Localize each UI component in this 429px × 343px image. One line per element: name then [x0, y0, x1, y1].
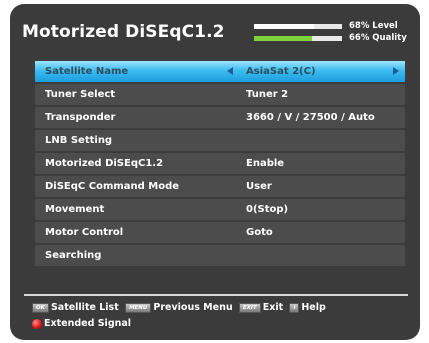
tv-screen: Motorized DiSEqC1.2 68% Level 66% Qualit… [10, 4, 420, 340]
help-hint-label: Help [301, 302, 326, 313]
menu-row-label: DiSEqC Command Mode [45, 181, 180, 192]
menu-row-value: 0(Stop) [246, 204, 289, 215]
red-hint-label: Extended Signal [44, 318, 132, 329]
help-key-icon[interactable]: i [289, 302, 300, 313]
menu-row-label: LNB Setting [45, 135, 113, 146]
extended-signal-hint: Extended Signal [32, 318, 131, 329]
menu-key-icon[interactable]: MENU [125, 302, 152, 313]
menu-row-movement[interactable]: Movement 0(Stop) [35, 199, 405, 220]
arrow-right-icon[interactable] [393, 67, 399, 75]
menu-row-label: Motorized DiSEqC1.2 [45, 158, 164, 169]
menu-row-label: Movement [45, 204, 105, 215]
level-meter-fill [254, 24, 314, 29]
menu-row-value: User [246, 181, 272, 192]
menu-row-label: Transponder [45, 112, 116, 123]
menu-row-label: Motor Control [45, 227, 124, 238]
page-title: Motorized DiSEqC1.2 [22, 22, 225, 42]
menu-row-satellite-name[interactable]: Satellite Name AsiaSat 2(C) [35, 61, 405, 82]
ok-key-icon[interactable]: OK [32, 302, 49, 313]
red-button-icon[interactable] [32, 318, 42, 329]
menu-row-lnb-setting[interactable]: LNB Setting [35, 130, 405, 151]
footer-hints: OK Satellite List MENU Previous Menu EXIT E… [32, 302, 329, 313]
menu-row-diseqc-command-mode[interactable]: DiSEqC Command Mode User [35, 176, 405, 197]
quality-meter-fill [254, 36, 313, 41]
menu-row-label: Satellite Name [45, 66, 129, 77]
menu-row-label: Tuner Select [45, 89, 116, 100]
settings-menu: Satellite Name AsiaSat 2(C) Tuner Select… [35, 61, 405, 268]
level-text: 68% Level [349, 21, 398, 31]
arrow-left-icon[interactable] [227, 67, 233, 75]
menu-row-value: Tuner 2 [246, 89, 289, 100]
exit-hint-label: Exit [262, 302, 284, 313]
level-meter [254, 24, 342, 29]
menu-row-value: 3660 / V / 27500 / Auto [246, 112, 375, 123]
menu-row-transponder[interactable]: Transponder 3660 / V / 27500 / Auto [35, 107, 405, 128]
menu-row-tuner-select[interactable]: Tuner Select Tuner 2 [35, 84, 405, 105]
menu-row-searching[interactable]: Searching [35, 245, 405, 266]
quality-text: 66% Quality [349, 33, 407, 43]
footer-divider [24, 294, 408, 296]
menu-row-value: AsiaSat 2(C) [246, 66, 316, 77]
menu-row-value: Goto [246, 227, 273, 238]
menu-hint-label: Previous Menu [153, 302, 233, 313]
menu-row-motor-control[interactable]: Motor Control Goto [35, 222, 405, 243]
menu-row-value: Enable [246, 158, 285, 169]
menu-row-motorized-diseqc[interactable]: Motorized DiSEqC1.2 Enable [35, 153, 405, 174]
menu-row-label: Searching [45, 250, 102, 261]
quality-meter [254, 36, 342, 41]
exit-key-icon[interactable]: EXIT [238, 302, 261, 313]
ok-hint-label: Satellite List [50, 302, 119, 313]
